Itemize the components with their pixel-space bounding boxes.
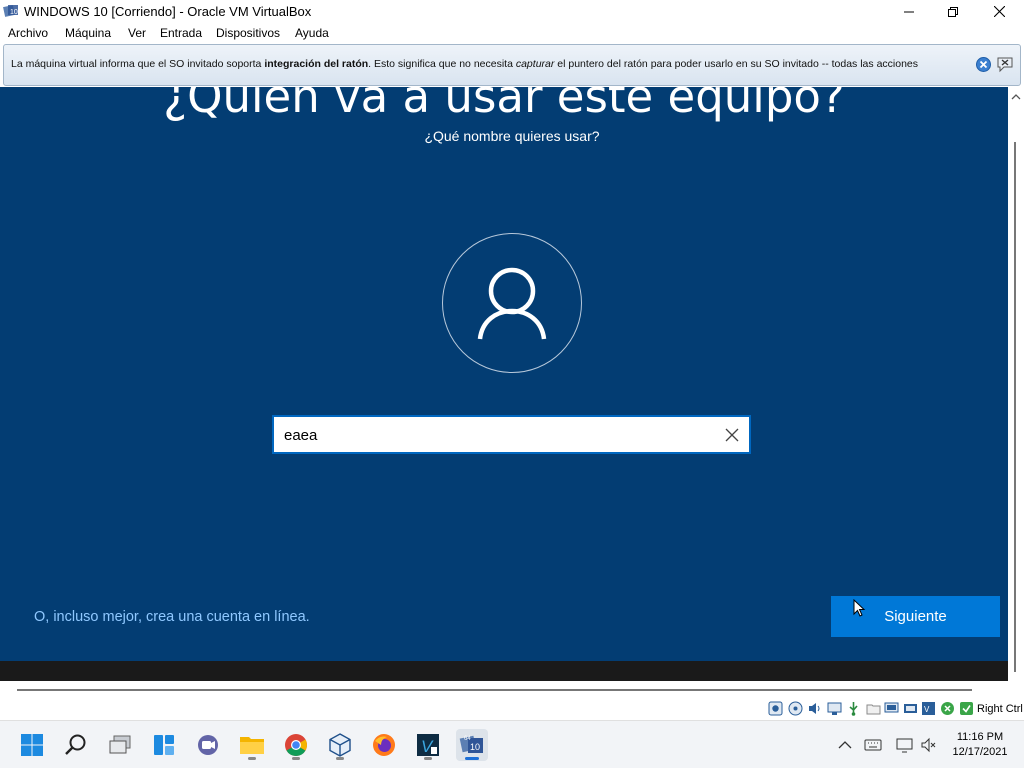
virtualbox-icon [329,733,351,757]
vertical-scroll-thumb[interactable] [1014,142,1016,672]
name-input[interactable] [284,424,704,446]
optical-drive-icon[interactable] [788,701,803,716]
start-icon [21,734,43,756]
mouse-integration-icon[interactable] [940,701,955,716]
widgets-button[interactable] [148,729,180,761]
file-explorer-button[interactable] [236,729,268,761]
user-icon [477,267,547,340]
horizontal-scrollbar[interactable] [0,681,1008,697]
page-title: ¿Quién va a usar este equipo? [163,87,845,123]
minimize-button[interactable] [886,0,932,23]
shared-folders-icon[interactable] [866,701,881,716]
chat-button[interactable] [192,729,224,761]
start-button[interactable] [16,729,48,761]
close-icon [993,6,1005,17]
cpu-icon[interactable]: V [921,701,936,716]
menu-ver[interactable]: Ver [128,26,146,40]
virtualbox-vm-icon: 1064 [459,735,483,753]
task-view-button[interactable] [104,729,136,761]
mouse-pointer-icon [853,599,866,617]
vim-icon: V [417,734,439,756]
mouse-integration-notification: La máquina virtual informa que el SO inv… [3,44,1021,86]
network-icon[interactable] [827,701,842,716]
hard-disk-icon[interactable] [768,701,783,716]
chat-icon [198,735,218,755]
vm-status-bar: V Right Ctrl [0,697,1024,720]
close-window-button[interactable] [976,0,1022,23]
title-bar: 10 WINDOWS 10 [Corriendo] - Oracle VM Vi… [0,0,1024,23]
close-icon [725,428,739,442]
page-subtitle: ¿Qué nombre quieres usar? [424,128,600,144]
menu-entrada[interactable]: Entrada [160,26,202,40]
notification-close-icon[interactable] [976,57,991,72]
notification-message: La máquina virtual informa que el SO inv… [11,58,919,70]
svg-text:V: V [924,705,930,714]
chevron-up-icon [838,741,852,749]
name-field[interactable] [272,415,751,454]
svg-text:10: 10 [470,742,480,752]
network-icon [896,738,913,753]
vertical-scrollbar[interactable] [1008,87,1024,681]
vim-button[interactable]: V [412,729,444,761]
keyboard-tray-button[interactable] [864,736,882,754]
file-explorer-icon [240,737,264,754]
clock-date: 12/17/2021 [952,746,1008,758]
menu-maquina[interactable]: Máquina [65,26,111,40]
firefox-button[interactable] [368,729,400,761]
virtualbox-button[interactable] [324,729,356,761]
widgets-icon [154,735,174,755]
svg-text:10: 10 [10,9,18,16]
volume-tray-button[interactable] [920,736,938,754]
scroll-up-icon[interactable] [1008,91,1024,103]
virtualbox-vm-button[interactable]: 10 64 [456,729,488,761]
vm-display-bottom [0,661,1008,681]
host-key-label: Right Ctrl [977,703,1023,715]
restore-button[interactable] [930,0,976,23]
horizontal-scroll-thumb[interactable] [17,689,972,691]
search-icon [65,734,86,755]
running-indicator [424,757,432,760]
restore-icon [948,6,958,17]
running-indicator [292,757,300,760]
next-button-label: Siguiente [884,608,947,625]
display-icon[interactable] [884,701,899,716]
clock[interactable]: 11:16 PM 12/17/2021 [944,730,1016,760]
network-tray-button[interactable] [896,736,914,754]
chrome-button[interactable] [280,729,312,761]
online-account-link[interactable]: O, incluso mejor, crea una cuenta en lín… [34,609,310,625]
chrome-icon [285,734,307,756]
volume-muted-icon [921,737,936,753]
avatar [442,233,582,373]
menu-archivo[interactable]: Archivo [8,26,48,40]
vm-display[interactable]: ¿Quién va a usar este equipo? ¿Qué nombr… [0,87,1008,661]
menu-ayuda[interactable]: Ayuda [295,26,329,40]
menu-bar: Archivo Máquina Ver Entrada Dispositivos… [0,23,1024,44]
running-indicator [336,757,344,760]
menu-dispositivos[interactable]: Dispositivos [216,26,280,40]
active-indicator [465,757,479,760]
audio-icon[interactable] [807,701,822,716]
clock-time: 11:16 PM [956,731,1004,743]
recording-icon[interactable] [903,701,918,716]
running-indicator [248,757,256,760]
virtualbox-app-icon: 10 [3,5,18,17]
keyboard-icon [864,739,882,751]
do-not-show-again-icon[interactable] [996,56,1014,73]
show-hidden-icons-button[interactable] [836,736,854,754]
task-view-icon [109,735,131,754]
keyboard-capture-icon[interactable] [959,701,974,716]
window-title: WINDOWS 10 [Corriendo] - Oracle VM Virtu… [24,4,312,19]
firefox-icon [373,734,395,756]
search-button[interactable] [60,729,92,761]
clear-text-button[interactable] [721,424,743,446]
taskbar: V 10 64 11:16 PM 12/17/2021 [0,720,1024,768]
usb-icon[interactable] [846,701,861,716]
minimize-icon [904,11,914,12]
svg-text:64: 64 [464,736,471,742]
